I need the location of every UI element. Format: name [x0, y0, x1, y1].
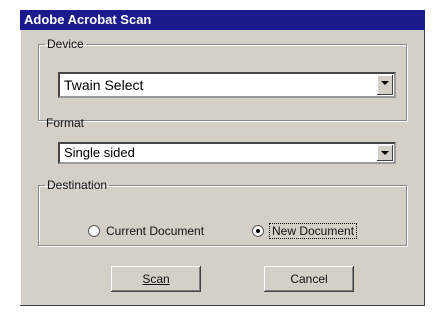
scan-button[interactable]: Scan: [111, 266, 201, 292]
format-select[interactable]: Single sided: [58, 142, 396, 164]
scan-button-label: Scan: [142, 272, 170, 286]
chevron-down-icon[interactable]: [377, 145, 393, 161]
device-select[interactable]: Twain Select: [58, 72, 396, 98]
radio-icon: [88, 224, 100, 237]
window-title: Adobe Acrobat Scan: [20, 10, 425, 30]
radio-selected-icon: [252, 224, 264, 237]
format-select-value: Single sided: [64, 145, 135, 160]
cancel-button[interactable]: Cancel: [264, 266, 354, 292]
radio-current-document-label: Current Document: [106, 224, 205, 238]
radio-new-document[interactable]: New Document: [252, 222, 358, 240]
device-select-value: Twain Select: [64, 77, 144, 93]
destination-label: Destination: [47, 178, 108, 192]
format-label: Format: [46, 116, 85, 130]
chevron-down-icon[interactable]: [377, 75, 393, 95]
radio-current-document[interactable]: Current Document: [88, 222, 204, 240]
cancel-button-label: Cancel: [290, 272, 328, 286]
radio-new-document-label: New Document: [268, 223, 358, 239]
acrobat-scan-dialog: Adobe Acrobat Scan Device Twain Select F…: [20, 10, 425, 306]
device-label: Device: [47, 37, 84, 51]
